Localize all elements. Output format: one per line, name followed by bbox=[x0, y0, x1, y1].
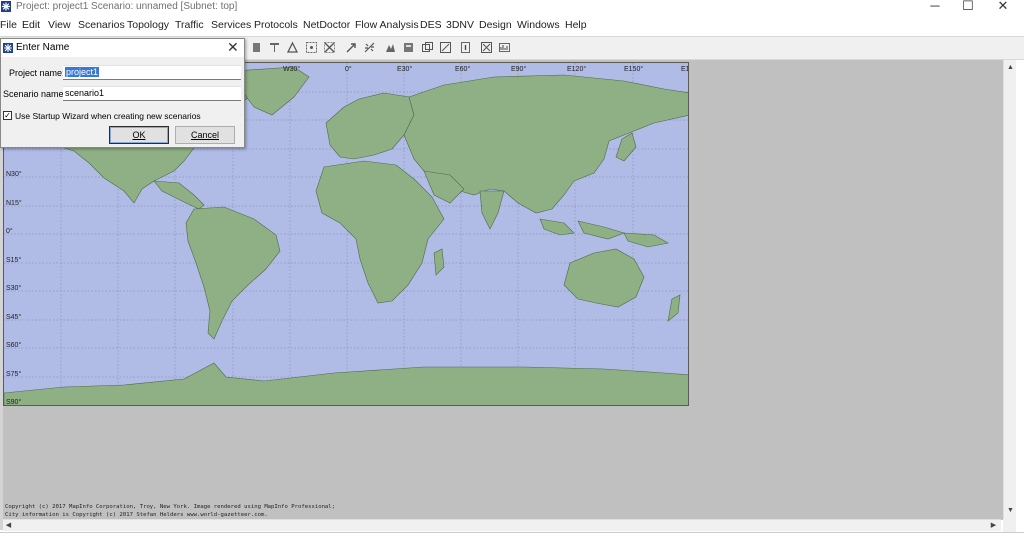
project-name-field[interactable]: project1 bbox=[63, 65, 241, 80]
map-copyright: Copyright (c) 2017 MapInfo Corporation, … bbox=[5, 503, 335, 519]
node-icon[interactable] bbox=[250, 41, 263, 54]
info-icon[interactable] bbox=[459, 41, 472, 54]
dialog-logo-icon bbox=[3, 43, 13, 53]
app-logo-icon bbox=[1, 1, 11, 12]
latitude-label: S30° bbox=[6, 285, 22, 292]
layout-icon[interactable] bbox=[480, 41, 493, 54]
longitude-label: E150° bbox=[624, 66, 644, 73]
copyright-line: City information is Copyright (c) 2017 S… bbox=[5, 512, 268, 518]
scenario-name-label: Scenario name: bbox=[3, 89, 67, 99]
menu-des[interactable]: DES bbox=[420, 19, 442, 31]
application-window: Project: project1 Scenario: unnamed [Sub… bbox=[0, 0, 1024, 546]
menu-scenarios[interactable]: Scenarios bbox=[78, 19, 125, 31]
menu-services[interactable]: Services bbox=[211, 19, 251, 31]
cancel-button-label: Cancel bbox=[190, 130, 219, 140]
link-icon[interactable] bbox=[268, 41, 281, 54]
scroll-down-icon[interactable]: ▼ bbox=[1006, 506, 1015, 515]
scenario-name-value: scenario1 bbox=[65, 88, 105, 98]
dialog-title: Enter Name bbox=[16, 42, 70, 53]
longitude-label: 0° bbox=[345, 66, 352, 73]
latitude-label: S15° bbox=[6, 257, 22, 264]
latitude-label: N30° bbox=[6, 171, 22, 178]
dialog-close-button[interactable]: ✕ bbox=[227, 40, 239, 54]
maximize-button[interactable]: ☐ bbox=[952, 0, 984, 14]
longitude-label: E60° bbox=[455, 66, 471, 73]
window-edge bbox=[1016, 60, 1024, 546]
latitude-label: S45° bbox=[6, 314, 22, 321]
latitude-label: S75° bbox=[6, 371, 22, 378]
window-icon[interactable] bbox=[421, 41, 434, 54]
scroll-left-icon[interactable]: ◀ bbox=[4, 521, 13, 530]
ok-button-label: OK bbox=[132, 130, 146, 140]
horizontal-scrollbar[interactable]: ◀ ▶ bbox=[3, 519, 1001, 531]
longitude-label: E120° bbox=[567, 66, 587, 73]
enter-name-dialog: Enter Name ✕ Project name: project1 Scen… bbox=[0, 38, 245, 148]
close-button[interactable]: ✕ bbox=[987, 0, 1019, 14]
menu-windows[interactable]: Windows bbox=[517, 19, 560, 31]
menu-edit[interactable]: Edit bbox=[22, 19, 40, 31]
minimize-button[interactable]: ─ bbox=[919, 0, 951, 14]
copyright-line: Copyright (c) 2017 MapInfo Corporation, … bbox=[5, 504, 336, 510]
scroll-right-icon[interactable]: ▶ bbox=[989, 521, 998, 530]
menu-design[interactable]: Design bbox=[479, 19, 512, 31]
dialog-title-bar[interactable]: Enter Name ✕ bbox=[1, 39, 244, 57]
title-bar: Project: project1 Scenario: unnamed [Sub… bbox=[0, 0, 1024, 16]
gear-icon[interactable] bbox=[384, 41, 397, 54]
select-icon[interactable] bbox=[305, 41, 318, 54]
latitude-label: N15° bbox=[6, 200, 22, 207]
menu-file[interactable]: File bbox=[0, 19, 17, 31]
menu-flow-analysis[interactable]: Flow Analysis bbox=[355, 19, 419, 31]
latitude-label: 0° bbox=[6, 228, 13, 235]
menu-netdoctor[interactable]: NetDoctor bbox=[303, 19, 350, 31]
project-name-value: project1 bbox=[65, 67, 100, 77]
tile-icon[interactable] bbox=[439, 41, 452, 54]
menu-protocols[interactable]: Protocols bbox=[254, 19, 298, 31]
menu-view[interactable]: View bbox=[48, 19, 71, 31]
tower-icon[interactable] bbox=[402, 41, 415, 54]
project-name-label: Project name: bbox=[9, 68, 65, 78]
scenario-name-field[interactable]: scenario1 bbox=[63, 86, 241, 101]
menu-help[interactable]: Help bbox=[565, 19, 587, 31]
arrow-icon[interactable] bbox=[345, 41, 358, 54]
triangle-icon[interactable] bbox=[286, 41, 299, 54]
menu-traffic[interactable]: Traffic bbox=[175, 19, 204, 31]
resize-grip-icon[interactable] bbox=[1003, 519, 1016, 532]
scroll-up-icon[interactable]: ▲ bbox=[1006, 63, 1015, 72]
wand-icon[interactable] bbox=[363, 41, 376, 54]
latitude-label: S90° bbox=[6, 399, 22, 406]
vertical-scrollbar[interactable]: ▲ ▼ bbox=[1003, 60, 1016, 519]
longitude-label: E90° bbox=[511, 66, 527, 73]
latitude-label: S60° bbox=[6, 342, 22, 349]
longitude-label: E1 bbox=[681, 66, 689, 73]
startup-wizard-label[interactable]: Use Startup Wizard when creating new sce… bbox=[15, 111, 201, 121]
grid-icon[interactable] bbox=[323, 41, 336, 54]
window-title: Project: project1 Scenario: unnamed [Sub… bbox=[16, 1, 238, 12]
status-bar bbox=[0, 532, 1024, 546]
chart-icon[interactable] bbox=[498, 41, 511, 54]
menu-topology[interactable]: Topology bbox=[127, 19, 169, 31]
longitude-label: E30° bbox=[397, 66, 413, 73]
longitude-label: W30° bbox=[283, 66, 301, 73]
menu-bar: File Edit View Scenarios Topology Traffi… bbox=[0, 17, 1024, 35]
startup-wizard-checkbox[interactable]: ✓ bbox=[3, 111, 12, 120]
menu-3dnv[interactable]: 3DNV bbox=[446, 19, 474, 31]
ok-button[interactable]: OK bbox=[109, 126, 169, 144]
cancel-button[interactable]: Cancel bbox=[175, 126, 235, 144]
